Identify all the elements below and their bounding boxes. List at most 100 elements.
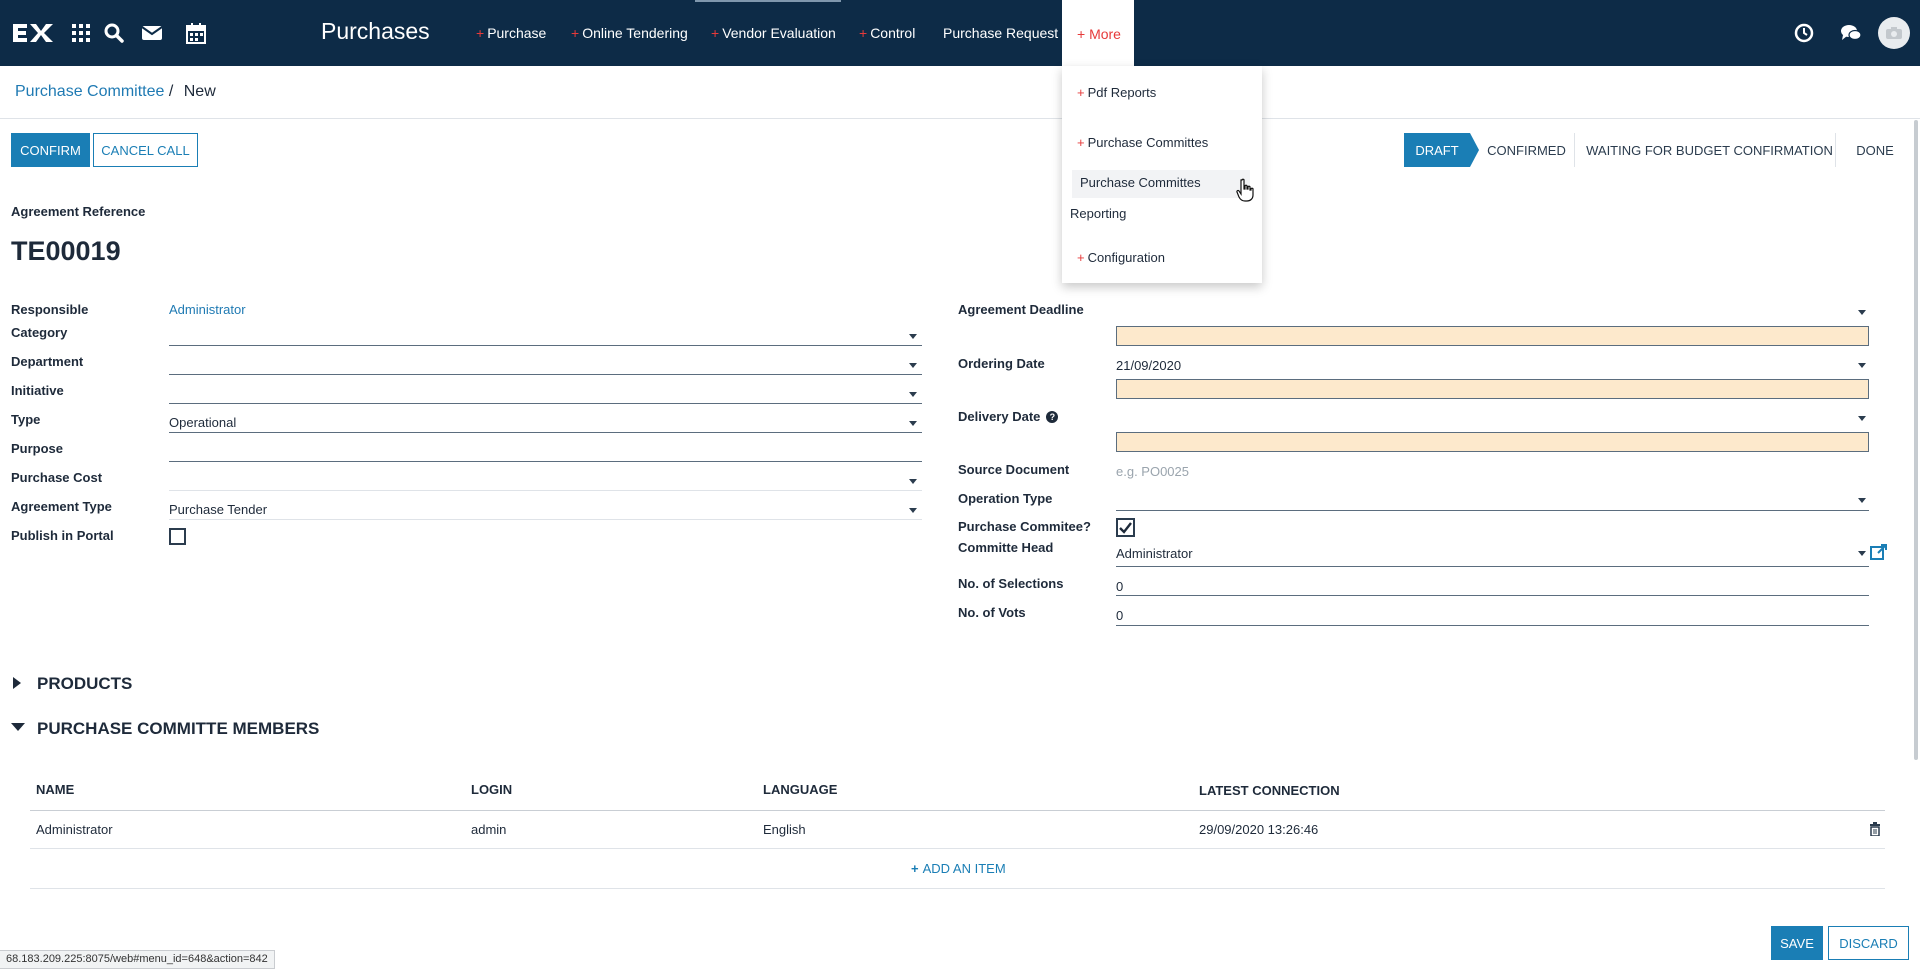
cell-login: admin bbox=[471, 822, 507, 837]
purchase-committee-checkbox[interactable] bbox=[1116, 518, 1135, 537]
discuss-chat-icon[interactable] bbox=[1838, 20, 1864, 46]
column-header-language[interactable]: LANGUAGE bbox=[763, 782, 837, 797]
source-document-label: Source Document bbox=[958, 462, 1070, 477]
help-icon[interactable]: ? bbox=[1046, 411, 1059, 423]
status-separator bbox=[1574, 133, 1575, 167]
odoo-logo[interactable] bbox=[10, 20, 56, 46]
status-waiting-budget[interactable]: WAITING FOR BUDGET CONFIRMATION bbox=[1584, 133, 1835, 167]
no-votes-underline bbox=[1116, 625, 1869, 626]
products-section-title[interactable]: PRODUCTS bbox=[37, 674, 132, 694]
menu-more[interactable]: + More bbox=[1062, 0, 1134, 66]
status-done[interactable]: DONE bbox=[1845, 133, 1905, 167]
breadcrumb-current: New bbox=[183, 83, 216, 100]
mail-icon[interactable] bbox=[139, 20, 165, 46]
operation-type-dropdown-icon[interactable] bbox=[1858, 498, 1866, 503]
members-section-title[interactable]: PURCHASE COMMITTE MEMBERS bbox=[37, 719, 319, 739]
column-header-latest-connection[interactable]: LATEST CONNECTION bbox=[1199, 783, 1340, 798]
dropdown-item-label: Purchase Committes bbox=[1087, 135, 1209, 150]
menu-purchase-request[interactable]: Purchase Request bbox=[940, 25, 1058, 41]
cancel-call-button[interactable]: CANCEL CALL bbox=[93, 133, 198, 167]
initiative-dropdown-icon[interactable] bbox=[909, 392, 917, 397]
delivery-date-input[interactable] bbox=[1116, 432, 1869, 452]
apps-grid-icon[interactable] bbox=[68, 20, 94, 46]
activity-clock-icon[interactable] bbox=[1791, 20, 1817, 46]
initiative-underline bbox=[169, 403, 922, 404]
department-dropdown-icon[interactable] bbox=[909, 363, 917, 368]
ordering-date-input[interactable] bbox=[1116, 379, 1869, 399]
publish-portal-checkbox[interactable] bbox=[169, 528, 186, 545]
ordering-date-value[interactable]: 21/09/2020 bbox=[1116, 358, 1181, 373]
purchase-committee-label: Purchase Commitee? bbox=[958, 519, 1091, 534]
responsible-label: Responsible bbox=[11, 302, 89, 317]
no-selections-value[interactable]: 0 bbox=[1116, 579, 1123, 594]
menu-plus-icon: + bbox=[1077, 135, 1085, 150]
dropdown-item-pdf-reports[interactable]: + Pdf Reports bbox=[1077, 85, 1156, 100]
menu-more-label: + More bbox=[1077, 26, 1121, 42]
initiative-label: Initiative bbox=[11, 383, 64, 398]
agreement-type-dropdown-icon[interactable] bbox=[909, 508, 917, 513]
agreement-deadline-dropdown-icon[interactable] bbox=[1858, 310, 1866, 315]
trash-icon[interactable] bbox=[1869, 822, 1881, 841]
menu-purchase[interactable]: + Purchase bbox=[476, 25, 546, 41]
agreement-type-field[interactable]: Purchase Tender bbox=[169, 502, 267, 517]
breadcrumb-parent[interactable]: Purchase Committee bbox=[15, 83, 164, 100]
add-item-label: ADD AN ITEM bbox=[922, 861, 1006, 876]
dropdown-item-configuration[interactable]: + Configuration bbox=[1077, 250, 1165, 265]
menu-online-tendering[interactable]: + Online Tendering bbox=[571, 25, 688, 41]
menu-vendor-evaluation[interactable]: + Vendor Evaluation bbox=[711, 25, 836, 41]
agreement-deadline-input[interactable] bbox=[1116, 326, 1869, 346]
dropdown-item-purchase-committes[interactable]: Purchase Committes bbox=[1080, 175, 1201, 190]
status-draft[interactable]: DRAFT bbox=[1404, 133, 1470, 167]
dropdown-item-purchase-committes-header[interactable]: + Purchase Committes bbox=[1077, 135, 1208, 150]
agreement-deadline-label: Agreement Deadline bbox=[958, 302, 1084, 317]
discard-button[interactable]: DISCARD bbox=[1828, 926, 1909, 960]
menu-label: Purchase bbox=[487, 25, 547, 41]
expanded-caret-icon[interactable] bbox=[11, 723, 25, 731]
cell-name: Administrator bbox=[36, 822, 113, 837]
user-avatar[interactable] bbox=[1878, 17, 1910, 49]
responsible-value[interactable]: Administrator bbox=[169, 302, 246, 317]
status-confirmed[interactable]: CONFIRMED bbox=[1479, 133, 1574, 167]
menu-label: Purchase Request bbox=[943, 25, 1059, 41]
category-dropdown-icon[interactable] bbox=[909, 334, 917, 339]
no-votes-value[interactable]: 0 bbox=[1116, 608, 1123, 623]
purpose-label: Purpose bbox=[11, 441, 64, 456]
active-menu-indicator bbox=[695, 0, 841, 2]
column-header-name[interactable]: NAME bbox=[36, 782, 74, 797]
status-arrow bbox=[1470, 133, 1479, 167]
type-dropdown-icon[interactable] bbox=[909, 421, 917, 426]
save-button[interactable]: SAVE bbox=[1771, 926, 1823, 960]
scrollbar[interactable] bbox=[1914, 120, 1918, 760]
external-link-icon[interactable] bbox=[1870, 543, 1888, 566]
no-selections-label: No. of Selections bbox=[958, 576, 1064, 591]
department-label: Department bbox=[11, 354, 84, 369]
category-underline bbox=[169, 345, 922, 346]
type-field[interactable]: Operational bbox=[169, 415, 236, 430]
breadcrumb-separator: / bbox=[168, 83, 174, 100]
source-document-input[interactable]: e.g. PO0025 bbox=[1116, 464, 1189, 479]
committe-head-value[interactable]: Administrator bbox=[1116, 546, 1193, 561]
delivery-date-dropdown-icon[interactable] bbox=[1858, 416, 1866, 421]
menu-label: Control bbox=[870, 25, 916, 41]
menu-control[interactable]: + Control bbox=[859, 25, 915, 41]
menu-plus-icon: + bbox=[859, 25, 868, 41]
checkmark-icon bbox=[1119, 522, 1132, 534]
type-label: Type bbox=[11, 412, 41, 427]
menu-plus-icon: + bbox=[711, 25, 720, 41]
publish-portal-label: Publish in Portal bbox=[11, 528, 114, 543]
top-navbar: Purchases + Purchase + Online Tendering + V… bbox=[0, 0, 1920, 66]
calendar-icon[interactable] bbox=[183, 20, 209, 46]
committe-head-dropdown-icon[interactable] bbox=[1858, 551, 1866, 556]
purchase-cost-dropdown-icon[interactable] bbox=[909, 479, 917, 484]
collapsed-caret-icon[interactable] bbox=[13, 677, 21, 689]
column-header-login[interactable]: LOGIN bbox=[471, 782, 512, 797]
dropdown-item-reporting[interactable]: Reporting bbox=[1070, 206, 1126, 221]
no-votes-label: No. of Vots bbox=[958, 605, 1026, 620]
breadcrumb: Purchase Committee / New bbox=[15, 83, 216, 101]
add-item-link[interactable]: + ADD AN ITEM bbox=[911, 861, 1006, 876]
status-url-bar: 68.183.209.225:8075/web#menu_id=648&acti… bbox=[0, 950, 275, 969]
confirm-button[interactable]: CONFIRM bbox=[11, 133, 90, 167]
ordering-date-dropdown-icon[interactable] bbox=[1858, 363, 1866, 368]
dropdown-item-label: Pdf Reports bbox=[1087, 85, 1157, 100]
search-icon[interactable] bbox=[101, 20, 127, 46]
